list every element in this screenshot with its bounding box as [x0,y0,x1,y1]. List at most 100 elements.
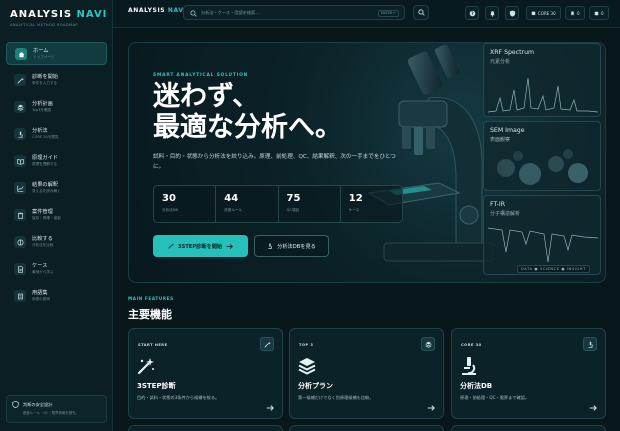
start-diagnosis-button[interactable]: 3STEP診断を開始 [153,235,248,257]
history-pill[interactable]: 0 [589,6,609,20]
features-kicker: MAIN FEATURES [128,296,174,301]
hero-kicker: SMART ANALYTICAL SOLUTION [153,73,249,78]
chart-icon [14,182,26,194]
sidebar-item-sub: 分析法を比較 [32,243,54,247]
feature-card-diagnosis[interactable]: START HERE 3STEP診断 目的・試料・状態の3条件から候補を絞る。 [128,328,283,419]
sidebar-item-sub: 用語の説明 [32,297,50,301]
stat-rules: 44 診断ルール [216,186,279,222]
arrow-right-icon [226,243,234,249]
compare-icon [14,236,26,248]
view-method-db-label: 分析法DBを見る [277,243,316,250]
sidebar-item-cases[interactable]: ケース 事例から学ぶ [6,258,107,281]
book-icon [14,155,26,167]
sidebar-item-label: 分析法 [32,128,48,134]
brand-logo[interactable]: ANALYSIS NAVI ANALYTICAL METHOD ROADMAP [10,9,107,27]
feature-card-peek [128,425,283,431]
sidebar-item-glossary[interactable]: 用語集 用語の説明 [6,285,107,308]
sidebar-item-projects[interactable]: 案件管理 保存・再確・複製 [6,204,107,227]
panel-sub: 分子構造解析 [490,211,521,217]
arrow-right-icon [266,405,274,411]
sidebar-item-principles[interactable]: 原理ガイド 原理を理解する [6,150,107,173]
stack-icon [298,358,316,375]
bookmark-icon [571,11,574,15]
sidebar-item-sub: 見えるを読み解く [32,189,61,193]
card-desc: 原理・前処理・QC・限界まで確認。 [460,395,530,400]
xrf-spectrum-panel: XRF Spectrum 元素分析 [483,43,601,117]
layers-icon [14,101,26,113]
topbar-title: ANALYSIS NAVI [128,7,186,14]
stat-value: 75 [286,193,301,204]
sidebar-item-label: 比較する [32,236,53,242]
glossary-icon [14,290,26,302]
panel-sub: 表面観察 [490,137,511,143]
search-shortcut: ENTER ↵ [377,9,399,17]
card-name: 分析プラン [298,382,333,390]
help-button[interactable]: ? [465,6,479,20]
view-method-db-button[interactable]: 分析法DBを見る [254,235,329,257]
sidebar-item-methods[interactable]: 分析法 CORE 30を閲覧 [6,123,107,146]
sidebar-item-label: ケース [32,263,48,269]
sidebar-item-sub: 保存・再確・複製 [32,216,61,220]
sparkle-wand-icon [137,358,154,375]
sidebar-item-plan[interactable]: 分析計画 Top3を確認 [6,96,107,119]
feature-card-method-db[interactable]: CORE 30 分析法DB 原理・前処理・QC・限界まで確認。 [451,328,606,419]
card-name: 3STEP診断 [137,382,176,390]
notifications-button[interactable] [485,6,499,20]
search-placeholder: 分析法・ケース・用語を検索... [201,10,260,15]
topbar: ANALYSIS NAVI 分析法・ケース・用語を検索... ENTER ↵ ?… [113,0,620,28]
sem-texture [497,149,588,185]
clipboard-icon [14,209,26,221]
spectrum-graph [488,77,598,113]
stat-value: 30 [162,193,176,204]
shield-icon [509,10,515,17]
feature-card-peek [289,425,444,431]
feature-card-plan[interactable]: TOP 3 分析プラン 第一候補だけでなく別原理候補も比較。 [289,328,444,419]
sidebar-item-compare[interactable]: 比較する 分析法を比較 [6,231,107,254]
wand-icon [260,337,274,351]
sidebar-item-label: 用語集 [32,290,48,296]
history-icon [594,11,599,15]
notice-sub: 推奨ルール・QC・限界情報を優先。 [23,411,79,415]
case-icon [14,263,26,275]
panel-title: XRF Spectrum [490,49,535,56]
wand-icon [14,74,26,86]
sidebar-item-label: 案件管理 [32,209,53,215]
sem-image-panel: SEM Image 表面観察 [483,121,601,191]
card-tag: TOP 3 [299,343,314,347]
stat-qc: 75 QC項目 [279,186,341,222]
sidebar-item-label: 診断を開始 [32,74,58,80]
safety-notice: 判断の安全設計 推奨ルール・QC・限界情報を優先。 [6,395,107,423]
stat-label: QC項目 [286,208,300,212]
saved-count: 0 [577,10,580,16]
core-count-pill[interactable]: CORE 30 [526,6,561,20]
history-count: 0 [601,10,604,16]
features-title: 主要機能 [128,308,172,321]
sidebar-item-home[interactable]: ホーム トップページ [6,42,107,65]
stat-methods: 30 分析法DB [154,186,217,222]
safety-button[interactable] [505,6,519,20]
sidebar-item-diagnosis[interactable]: 診断を開始 条件を入力する [6,69,107,92]
arrow-right-icon [589,405,597,411]
stat-label: 診断ルール [224,208,243,212]
stat-cases: 12 ケース [341,186,402,222]
saved-pill[interactable]: 0 [565,6,585,20]
sidebar-item-interpretation[interactable]: 結果の解釈 見えるを読み解く [6,177,107,200]
microscope-icon [583,337,597,351]
sidebar: ANALYSIS NAVI ANALYTICAL METHOD ROADMAP … [0,0,113,431]
search-button[interactable] [413,5,429,20]
search-input[interactable]: 分析法・ケース・用語を検索... ENTER ↵ [183,5,405,20]
wand-icon [168,243,174,249]
panel-title: FT-IR [490,201,506,208]
hero-title-line1: 迷わず、 [153,81,260,112]
brand-name: ANALYSIS [10,9,73,20]
sidebar-item-sub: トップページ [33,55,55,59]
notice-title: 判断の安全設計 [23,402,53,407]
hero-banner: SMART ANALYTICAL SOLUTION 迷わず、 最適な分析へ。 試… [128,42,606,283]
panel-sub: 元素分析 [490,59,511,65]
sidebar-item-label: 分析計画 [32,101,53,107]
database-icon [531,11,536,15]
microscope-icon [14,128,26,140]
shield-icon [12,401,19,408]
help-icon: ? [469,10,475,16]
card-desc: 第一候補だけでなく別原理候補も比較。 [298,395,374,400]
